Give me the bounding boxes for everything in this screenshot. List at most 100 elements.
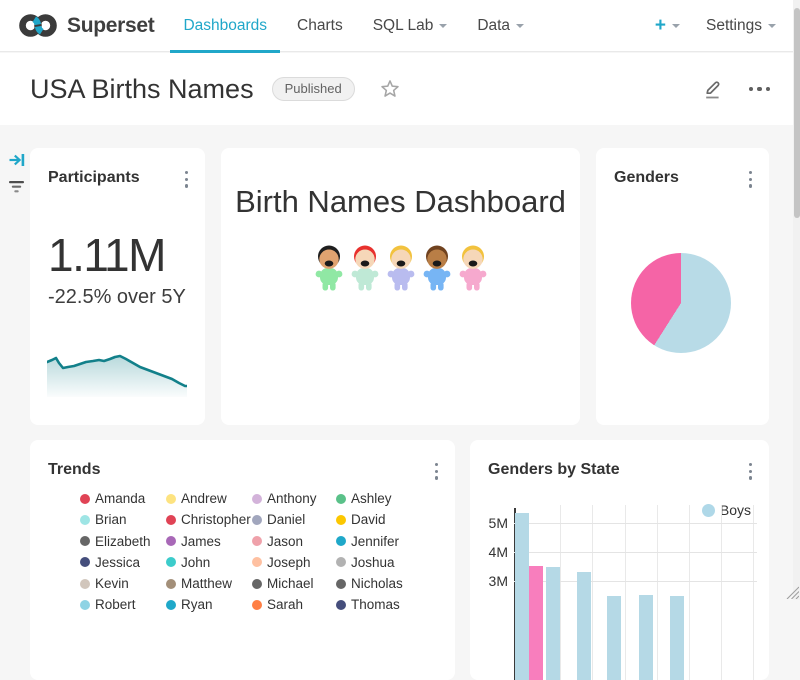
legend-item-brian[interactable]: Brian bbox=[80, 512, 166, 527]
legend-dot bbox=[80, 557, 90, 567]
chart-options-kebab[interactable] bbox=[183, 169, 190, 190]
legend-label: Nicholas bbox=[351, 576, 403, 591]
legend-item-james[interactable]: James bbox=[166, 534, 252, 549]
brand-name: Superset bbox=[67, 14, 154, 38]
legend-label: Anthony bbox=[267, 491, 317, 506]
legend-item-david[interactable]: David bbox=[336, 512, 428, 527]
legend-dot bbox=[80, 579, 90, 589]
legend-label: Amanda bbox=[95, 491, 145, 506]
bar[interactable] bbox=[639, 595, 653, 680]
legend-dot bbox=[166, 557, 176, 567]
baby-icon bbox=[417, 242, 457, 292]
trends-legend: Amanda Andrew Anthony Ashley Brian Christophe… bbox=[80, 491, 428, 612]
bar[interactable] bbox=[670, 596, 684, 680]
filter-icon[interactable] bbox=[8, 180, 25, 199]
chart-title: Participants bbox=[48, 169, 140, 187]
legend-label: James bbox=[181, 534, 221, 549]
baby-illustrations bbox=[221, 242, 580, 292]
legend-item-christopher[interactable]: Christopher bbox=[166, 512, 252, 527]
navbar: Superset Dashboards Charts SQL Lab Data + S… bbox=[0, 0, 800, 52]
legend-dot bbox=[166, 579, 176, 589]
nav-item-label: SQL Lab bbox=[373, 17, 434, 35]
chart-title: Genders bbox=[614, 169, 679, 187]
genders-pie-chart[interactable] bbox=[631, 253, 731, 353]
nav-menu: Dashboards Charts SQL Lab Data bbox=[168, 0, 539, 52]
new-button[interactable]: + bbox=[655, 15, 680, 37]
status-badge[interactable]: Published bbox=[272, 77, 355, 101]
bar[interactable] bbox=[607, 596, 621, 680]
favorite-star-icon[interactable] bbox=[379, 78, 401, 100]
big-number-value: 1.11M bbox=[48, 228, 165, 282]
legend-item-jessica[interactable]: Jessica bbox=[80, 555, 166, 570]
legend-label: John bbox=[181, 555, 210, 570]
legend-dot bbox=[252, 600, 262, 610]
bar[interactable] bbox=[546, 567, 560, 680]
legend-label: Brian bbox=[95, 512, 127, 527]
chart-options-kebab[interactable] bbox=[747, 461, 754, 482]
legend-label: Jason bbox=[267, 534, 303, 549]
legend-item-matthew[interactable]: Matthew bbox=[166, 576, 252, 591]
trends-card: Trends Amanda Andrew Anthony Ashley Brian Chr… bbox=[30, 440, 455, 680]
arrow-right-to-bar-icon bbox=[8, 151, 26, 169]
sparkline-chart[interactable] bbox=[47, 345, 187, 397]
legend-label: Elizabeth bbox=[95, 534, 151, 549]
gridline bbox=[689, 505, 690, 680]
gridline bbox=[657, 505, 658, 680]
chart-title: Trends bbox=[48, 461, 100, 479]
nav-item-charts[interactable]: Charts bbox=[282, 0, 358, 52]
legend-item-joseph[interactable]: Joseph bbox=[252, 555, 336, 570]
legend-item-kevin[interactable]: Kevin bbox=[80, 576, 166, 591]
legend-item-anthony[interactable]: Anthony bbox=[252, 491, 336, 506]
superset-infinity-icon bbox=[18, 12, 58, 39]
legend-item-daniel[interactable]: Daniel bbox=[252, 512, 336, 527]
gridline bbox=[625, 505, 626, 680]
more-options-button[interactable] bbox=[749, 87, 771, 92]
vertical-scrollbar[interactable] bbox=[793, 0, 800, 600]
boys-legend-dot bbox=[702, 504, 715, 517]
legend-dot bbox=[166, 600, 176, 610]
nav-right: + Settings bbox=[655, 15, 776, 37]
gridline bbox=[753, 505, 754, 680]
legend-item-elizabeth[interactable]: Elizabeth bbox=[80, 534, 166, 549]
settings-menu[interactable]: Settings bbox=[706, 17, 776, 35]
chart-options-kebab[interactable] bbox=[747, 169, 754, 190]
legend-item-andrew[interactable]: Andrew bbox=[166, 491, 252, 506]
legend-label: Christopher bbox=[181, 512, 251, 527]
bar[interactable] bbox=[515, 513, 529, 680]
nav-item-data[interactable]: Data bbox=[462, 0, 539, 52]
legend-item-ashley[interactable]: Ashley bbox=[336, 491, 428, 506]
legend-item-jason[interactable]: Jason bbox=[252, 534, 336, 549]
bar[interactable] bbox=[577, 572, 591, 680]
nav-item-dashboards[interactable]: Dashboards bbox=[168, 0, 282, 52]
legend-dot bbox=[336, 557, 346, 567]
legend-item-john[interactable]: John bbox=[166, 555, 252, 570]
legend-label: Daniel bbox=[267, 512, 305, 527]
legend-dot bbox=[252, 515, 262, 525]
legend-dot bbox=[166, 515, 176, 525]
legend-dot bbox=[166, 494, 176, 504]
scrollbar-thumb[interactable] bbox=[794, 8, 800, 218]
baby-icon bbox=[453, 242, 493, 292]
legend-item-boys[interactable]: Boys bbox=[702, 502, 751, 518]
chevron-down-icon bbox=[768, 24, 776, 28]
edit-dashboard-button[interactable] bbox=[702, 78, 725, 101]
baby-icon bbox=[345, 242, 385, 292]
settings-label: Settings bbox=[706, 17, 762, 35]
bar[interactable] bbox=[529, 566, 543, 680]
legend-label: Jennifer bbox=[351, 534, 399, 549]
legend-item-jennifer[interactable]: Jennifer bbox=[336, 534, 428, 549]
legend-dot bbox=[80, 536, 90, 546]
superset-logo[interactable]: Superset bbox=[18, 12, 154, 39]
legend-item-amanda[interactable]: Amanda bbox=[80, 491, 166, 506]
resize-handle-icon[interactable] bbox=[785, 585, 799, 599]
chart-options-kebab[interactable] bbox=[433, 461, 440, 482]
legend-item-michael[interactable]: Michael bbox=[252, 576, 336, 591]
nav-item-label: Dashboards bbox=[183, 17, 267, 35]
legend-label: Joseph bbox=[267, 555, 311, 570]
legend-item-joshua[interactable]: Joshua bbox=[336, 555, 428, 570]
expand-filter-bar-button[interactable] bbox=[8, 151, 26, 174]
nav-item-sql-lab[interactable]: SQL Lab bbox=[358, 0, 463, 52]
legend-label: Joshua bbox=[351, 555, 395, 570]
chevron-down-icon bbox=[439, 24, 447, 28]
legend-item-nicholas[interactable]: Nicholas bbox=[336, 576, 428, 591]
